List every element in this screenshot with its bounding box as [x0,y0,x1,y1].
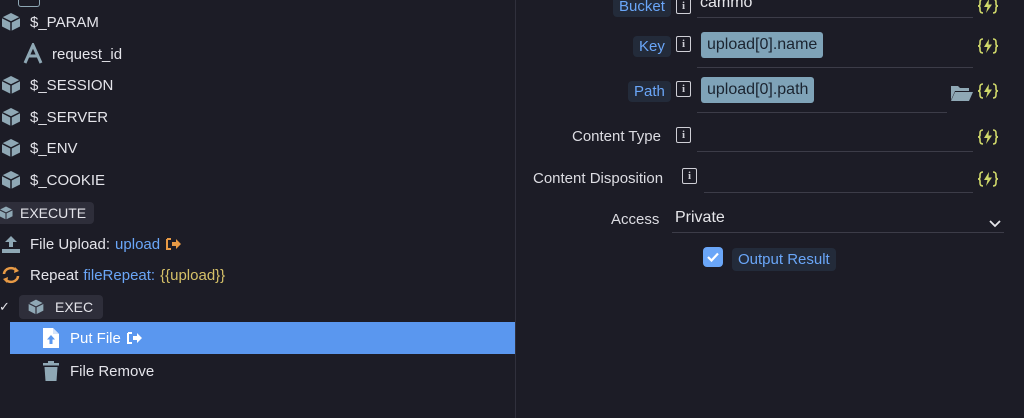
chevron-down-icon[interactable] [989,215,1001,233]
output-result-checkbox[interactable] [703,247,723,267]
file-upload-icon [40,327,62,349]
action-type-label: File Upload: [30,235,111,253]
tree-item-exec[interactable]: ✓ EXEC [0,292,104,322]
action-type-label: Put File [70,329,121,347]
execute-label: EXECUTE [20,205,87,221]
tree-item-env[interactable]: $_ENV [0,133,78,163]
path-field-underline [697,112,947,113]
tree-item-repeat[interactable]: Repeat fileRepeat: {{upload}} [0,260,225,290]
dynamic-value-icon[interactable] [977,82,999,100]
cube-icon [28,299,44,315]
dynamic-value-icon[interactable] [977,128,999,146]
action-name: fileRepeat: [83,266,156,284]
path-label: Path [628,81,671,102]
tree-item-server[interactable]: $_SERVER [0,102,108,132]
trash-icon [40,360,62,382]
cube-icon [0,169,22,191]
execute-step-pill: EXECUTE [0,202,95,224]
folder-open-icon[interactable] [950,84,974,107]
tree-item-file-upload[interactable]: File Upload: upload [0,229,182,259]
bucket-field[interactable]: cammo [700,0,752,12]
tree-item-request-id[interactable]: request_id [22,39,122,69]
info-icon[interactable]: i [676,81,691,97]
dynamic-value-icon[interactable] [977,37,999,55]
access-select[interactable]: Private [675,209,725,227]
key-field-underline [697,67,973,68]
tree-item-label: $_SERVER [30,108,109,126]
cube-icon [0,74,22,96]
bucket-label: Bucket [613,0,671,17]
content-disposition-label: Content Disposition [533,170,664,187]
action-type-label: File Remove [70,362,155,380]
dynamic-value-icon[interactable] [977,0,999,15]
key-value-tag[interactable]: upload[0].name [701,32,824,58]
content-type-label: Content Type [572,128,661,145]
action-name: upload [115,235,161,253]
cube-icon [0,137,22,159]
access-select-underline [672,232,1004,233]
output-result-label[interactable]: Output Result [732,248,836,271]
tree-item-label: $_COOKIE [30,171,106,189]
cube-icon [0,206,13,220]
dynamic-value-icon[interactable] [977,170,999,188]
cube-icon [0,11,22,33]
tree-item-label: request_id [52,45,123,63]
check-icon [707,252,719,262]
exit-icon [126,331,143,345]
key-label: Key [633,36,671,57]
action-type-label: Repeat [30,266,79,284]
tree-item-file-remove[interactable]: File Remove [40,356,154,386]
info-icon[interactable]: i [676,127,691,143]
content-disposition-underline [704,192,973,193]
access-label: Access [611,211,660,228]
partial-item-icon [18,0,40,7]
bucket-field-underline [697,17,973,18]
info-icon[interactable]: i [676,36,691,52]
info-icon[interactable]: i [676,0,691,14]
exec-step-pill: EXEC [19,295,104,319]
repeat-icon [0,264,22,286]
path-value-tag[interactable]: upload[0].path [701,77,815,103]
info-icon[interactable]: i [682,168,697,184]
properties-panel: Bucket i cammo Key i upload[0].name Path… [516,0,1024,418]
repeat-expression: {{upload}} [160,266,226,284]
tree-item-param[interactable]: $_PARAM [0,7,99,37]
check-icon: ✓ [0,299,10,314]
tree-item-session[interactable]: $_SESSION [0,70,113,100]
tree-item-put-file[interactable]: Put File [10,322,515,354]
tree-item-label: $_SESSION [30,76,114,94]
action-tree-panel: $_PARAM request_id $_SESSION $_SERVER $_… [0,0,515,418]
tree-item-cookie[interactable]: $_COOKIE [0,165,105,195]
exit-icon [166,237,182,251]
tree-item-label: $_PARAM [30,13,99,31]
cube-icon [0,106,22,128]
content-type-underline [697,151,973,152]
upload-icon [0,233,22,255]
tree-item-label: $_ENV [30,139,78,157]
tree-item-execute[interactable]: EXECUTE [0,198,95,228]
exec-label: EXEC [55,299,94,315]
text-type-icon [22,43,44,65]
